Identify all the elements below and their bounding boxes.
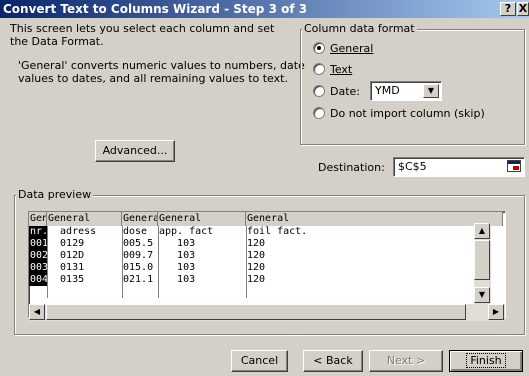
close-button[interactable]: X: [517, 2, 529, 16]
radio-text-label[interactable]: Text: [330, 63, 352, 76]
column-format-legend: Column data format: [302, 22, 417, 35]
radio-general[interactable]: [313, 42, 325, 54]
preview-cell: 004: [29, 274, 47, 286]
preview-cell: 0129: [48, 238, 85, 249]
preview-cell: app. fact: [159, 226, 214, 237]
preview-column-4[interactable]: General app. fact 103 103 103 103: [158, 212, 246, 298]
preview-cell: 003: [29, 262, 47, 274]
preview-column-header[interactable]: General: [158, 212, 246, 226]
data-preview-grid[interactable]: General nr. 001 002 003 004 General adre…: [28, 211, 506, 318]
advanced-button-label: Advanced...: [102, 144, 168, 157]
preview-cell: 120: [247, 274, 266, 285]
intro-line-1: This screen lets you select each column …: [10, 22, 275, 35]
column-separator: [158, 226, 159, 298]
cancel-button[interactable]: Cancel: [231, 350, 288, 372]
title-bar: Convert Text to Columns Wizard - Step 3 …: [0, 0, 529, 18]
preview-cell: 005.5: [123, 238, 154, 249]
date-format-value: YMD: [375, 84, 400, 97]
destination-label: Destination:: [318, 161, 385, 174]
finish-button[interactable]: Finish: [449, 350, 523, 372]
preview-vertical-scrollbar[interactable]: ▲ ▼: [474, 223, 491, 304]
preview-column-header[interactable]: General: [246, 212, 503, 226]
preview-cell: 120: [247, 262, 266, 273]
preview-cell: dose: [123, 226, 148, 237]
preview-cell: adress: [48, 226, 97, 237]
preview-column-header[interactable]: General: [47, 212, 122, 226]
preview-cell: 103: [159, 250, 196, 261]
scroll-right-icon[interactable]: ▶: [488, 304, 504, 320]
range-picker-icon[interactable]: [507, 160, 521, 172]
destination-input[interactable]: $C$5: [393, 157, 525, 177]
vertical-scroll-thumb[interactable]: [474, 240, 490, 280]
horizontal-scroll-thumb[interactable]: [46, 304, 466, 320]
radio-skip[interactable]: [313, 107, 325, 119]
column-separator: [122, 226, 123, 298]
radio-text[interactable]: [313, 63, 325, 75]
preview-horizontal-scrollbar[interactable]: ◀ ▶: [29, 304, 505, 321]
preview-cell: 103: [159, 238, 196, 249]
preview-cell: 0135: [48, 274, 85, 285]
preview-cell: 009.7: [123, 250, 154, 261]
scroll-down-icon[interactable]: ▼: [474, 287, 490, 303]
preview-cell: nr.: [29, 226, 47, 238]
column-separator: [246, 226, 247, 298]
intro-line-3: 'General' converts numeric values to num…: [18, 59, 305, 72]
scroll-up-icon[interactable]: ▲: [474, 223, 490, 239]
data-preview-legend: Data preview: [16, 188, 94, 201]
radio-general-label[interactable]: General: [330, 42, 373, 55]
radio-skip-label[interactable]: Do not import column (skip): [330, 107, 485, 120]
preview-cell: 001: [29, 238, 47, 250]
radio-date[interactable]: [313, 85, 325, 97]
column-separator: [47, 226, 48, 298]
preview-cell: 0131: [48, 262, 85, 273]
destination-value: $C$5: [398, 160, 427, 173]
preview-cell: foil fact.: [247, 226, 308, 237]
preview-cell: 021.1: [123, 274, 154, 285]
preview-cell: 103: [159, 274, 196, 285]
date-format-select[interactable]: YMD ▼: [370, 81, 442, 101]
window-title: Convert Text to Columns Wizard - Step 3 …: [3, 2, 308, 16]
preview-cell: 120: [247, 238, 266, 249]
intro-line-2: the Data Format.: [10, 35, 104, 48]
preview-column-3[interactable]: General dose 005.5 009.7 015.0 021.1: [122, 212, 158, 298]
scroll-left-icon[interactable]: ◀: [29, 304, 45, 320]
finish-button-label: Finish: [466, 353, 506, 368]
preview-column-1[interactable]: General nr. 001 002 003 004: [29, 212, 47, 298]
next-button[interactable]: Next >: [369, 350, 443, 372]
preview-column-header[interactable]: General: [122, 212, 158, 226]
help-button[interactable]: ?: [500, 2, 516, 16]
preview-cell: 012D: [48, 250, 85, 261]
back-button[interactable]: < Back: [303, 350, 363, 372]
preview-cell: 103: [159, 262, 196, 273]
intro-line-4: values to dates, and all remaining value…: [18, 72, 288, 85]
radio-date-label[interactable]: Date:: [330, 85, 360, 98]
preview-cell: 015.0: [123, 262, 154, 273]
preview-column-header[interactable]: General: [29, 212, 47, 226]
advanced-button[interactable]: Advanced...: [95, 140, 175, 162]
preview-column-5[interactable]: General foil fact. 120 120 120 120: [246, 212, 503, 298]
preview-cell: 120: [247, 250, 266, 261]
preview-column-2[interactable]: General adress 0129 012D 0131 0135: [47, 212, 122, 298]
preview-cell: 002: [29, 250, 47, 262]
chevron-down-icon[interactable]: ▼: [423, 84, 439, 98]
